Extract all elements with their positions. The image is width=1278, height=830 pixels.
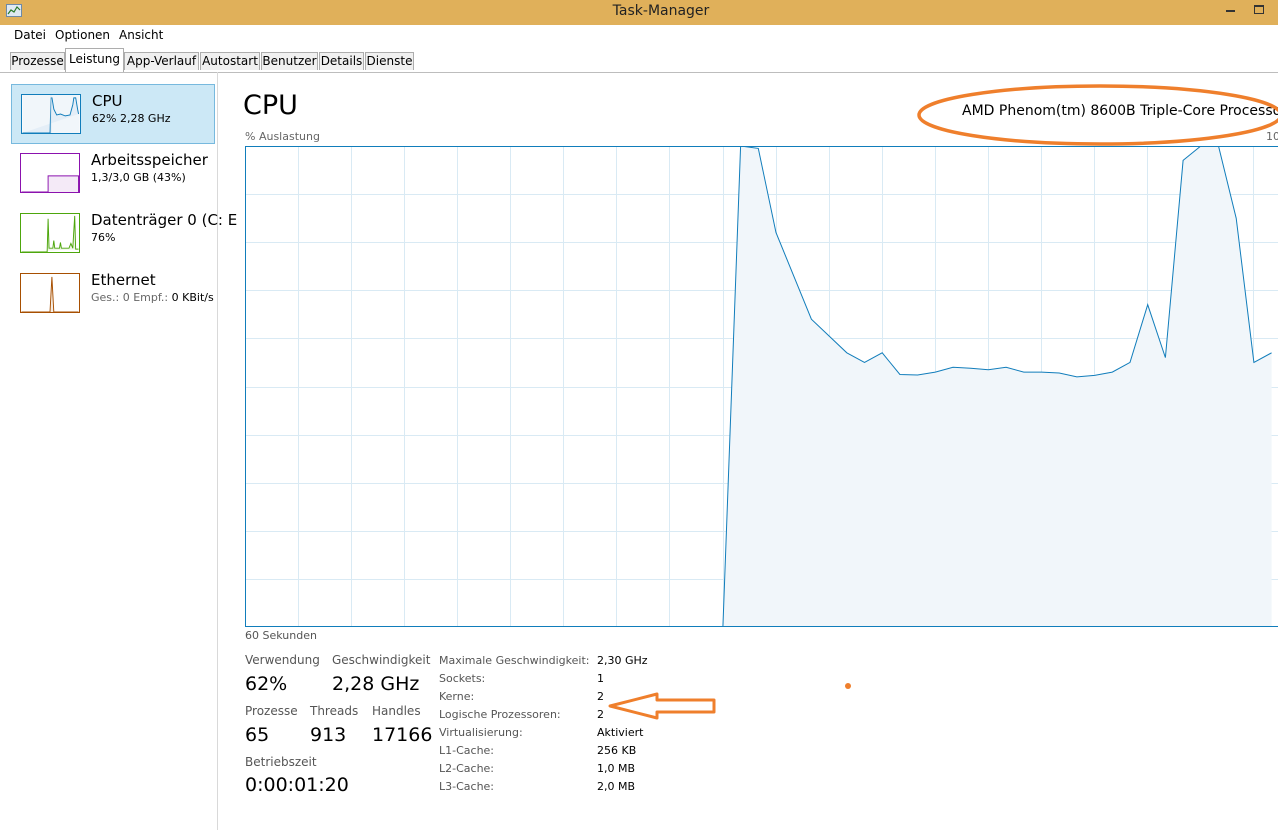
info-value: 2,30 GHz <box>597 654 648 667</box>
maximize-button[interactable] <box>1248 0 1276 20</box>
maximize-icon <box>1254 5 1264 14</box>
info-label: L2-Cache: <box>439 762 495 775</box>
page-title: CPU <box>243 90 298 121</box>
info-label: L3-Cache: <box>439 780 495 793</box>
usage-label: Verwendung <box>245 653 320 667</box>
tab-bar: Prozesse Leistung App-Verlauf Autostart … <box>0 46 1278 73</box>
tab-details[interactable]: Details <box>319 52 364 70</box>
info-label: Maximale Geschwindigkeit: <box>439 654 590 667</box>
speed-label: Geschwindigkeit <box>332 653 431 667</box>
info-value: 2 <box>597 708 604 721</box>
processes-value: 65 <box>245 724 270 746</box>
utilization-max-label: 100 <box>1266 130 1278 143</box>
info-label: L1-Cache: <box>439 744 495 757</box>
info-label: Kerne: <box>439 690 475 703</box>
memory-thumbnail-graph <box>20 153 80 193</box>
handles-label: Handles <box>372 704 421 718</box>
speed-value: 2,28 GHz <box>332 673 420 695</box>
menu-datei[interactable]: Datei <box>14 28 46 42</box>
annotation-arrow <box>608 692 716 720</box>
tab-prozesse[interactable]: Prozesse <box>10 52 65 70</box>
info-value: 1 <box>597 672 604 685</box>
tab-autostart[interactable]: Autostart <box>200 52 260 70</box>
tab-dienste[interactable]: Dienste <box>365 52 414 70</box>
handles-value: 17166 <box>372 724 433 746</box>
resource-cpu[interactable]: CPU 62% 2,28 GHz <box>11 84 215 144</box>
resource-list: CPU 62% 2,28 GHz Arbeitsspeicher 1,3/3,0… <box>0 72 237 830</box>
resource-subtitle: 62% 2,28 GHz <box>92 112 171 125</box>
uptime-label: Betriebszeit <box>245 755 317 769</box>
ethernet-thumbnail-graph <box>20 273 80 313</box>
info-value: 2 <box>597 690 604 703</box>
info-label: Virtualisierung: <box>439 726 523 739</box>
menu-ansicht[interactable]: Ansicht <box>119 28 163 42</box>
usage-value: 62% <box>245 673 288 695</box>
info-label: Logische Prozessoren: <box>439 708 561 721</box>
resource-disk[interactable]: Datenträger 0 (C: E 76% <box>11 204 237 264</box>
info-value: 256 KB <box>597 744 637 757</box>
resource-subtitle-label: Ges.: 0 Empf.: <box>91 291 169 304</box>
cpu-model-name: AMD Phenom(tm) 8600B Triple-Core Process… <box>962 103 1278 119</box>
resource-title: Ethernet <box>91 271 156 289</box>
info-value: Aktiviert <box>597 726 644 739</box>
title-bar[interactable]: Task-Manager <box>0 0 1278 25</box>
tab-benutzer[interactable]: Benutzer <box>261 52 318 70</box>
resource-ethernet[interactable]: Ethernet Ges.: 0 Empf.: 0 KBit/s <box>11 264 215 324</box>
menu-bar: Datei Optionen Ansicht <box>0 25 1278 46</box>
utilization-axis-label: % Auslastung <box>245 130 320 143</box>
resource-title: CPU <box>92 92 123 110</box>
threads-value: 913 <box>310 724 347 746</box>
info-value: 1,0 MB <box>597 762 636 775</box>
resource-subtitle: 76% <box>91 231 116 244</box>
menu-optionen[interactable]: Optionen <box>55 28 110 42</box>
threads-label: Threads <box>310 704 359 718</box>
resource-memory[interactable]: Arbeitsspeicher 1,3/3,0 GB (43%) <box>11 144 215 204</box>
info-label: Sockets: <box>439 672 486 685</box>
annotation-dot <box>845 683 851 689</box>
cpu-thumbnail-graph <box>21 94 81 134</box>
processes-label: Prozesse <box>245 704 298 718</box>
minimize-button[interactable] <box>1218 0 1246 20</box>
tab-app-verlauf[interactable]: App-Verlauf <box>124 52 199 70</box>
resource-title: Arbeitsspeicher <box>91 151 208 169</box>
resource-subtitle-value: 0 KBit/s <box>171 291 214 304</box>
cpu-utilization-graph <box>245 146 1278 627</box>
resource-subtitle: 1,3/3,0 GB (43%) <box>91 171 186 184</box>
time-axis-label: 60 Sekunden <box>245 629 317 642</box>
graph-area <box>245 146 1272 627</box>
info-value: 2,0 MB <box>597 780 636 793</box>
window-title: Task-Manager <box>612 3 710 19</box>
minimize-icon <box>1226 10 1235 12</box>
tab-leistung[interactable]: Leistung <box>65 48 124 72</box>
resource-title: Datenträger 0 (C: E <box>91 211 238 229</box>
uptime-value: 0:00:01:20 <box>245 774 349 796</box>
resource-subtitle: Ges.: 0 Empf.: 0 KBit/s <box>91 291 214 304</box>
disk-thumbnail-graph <box>20 213 80 253</box>
